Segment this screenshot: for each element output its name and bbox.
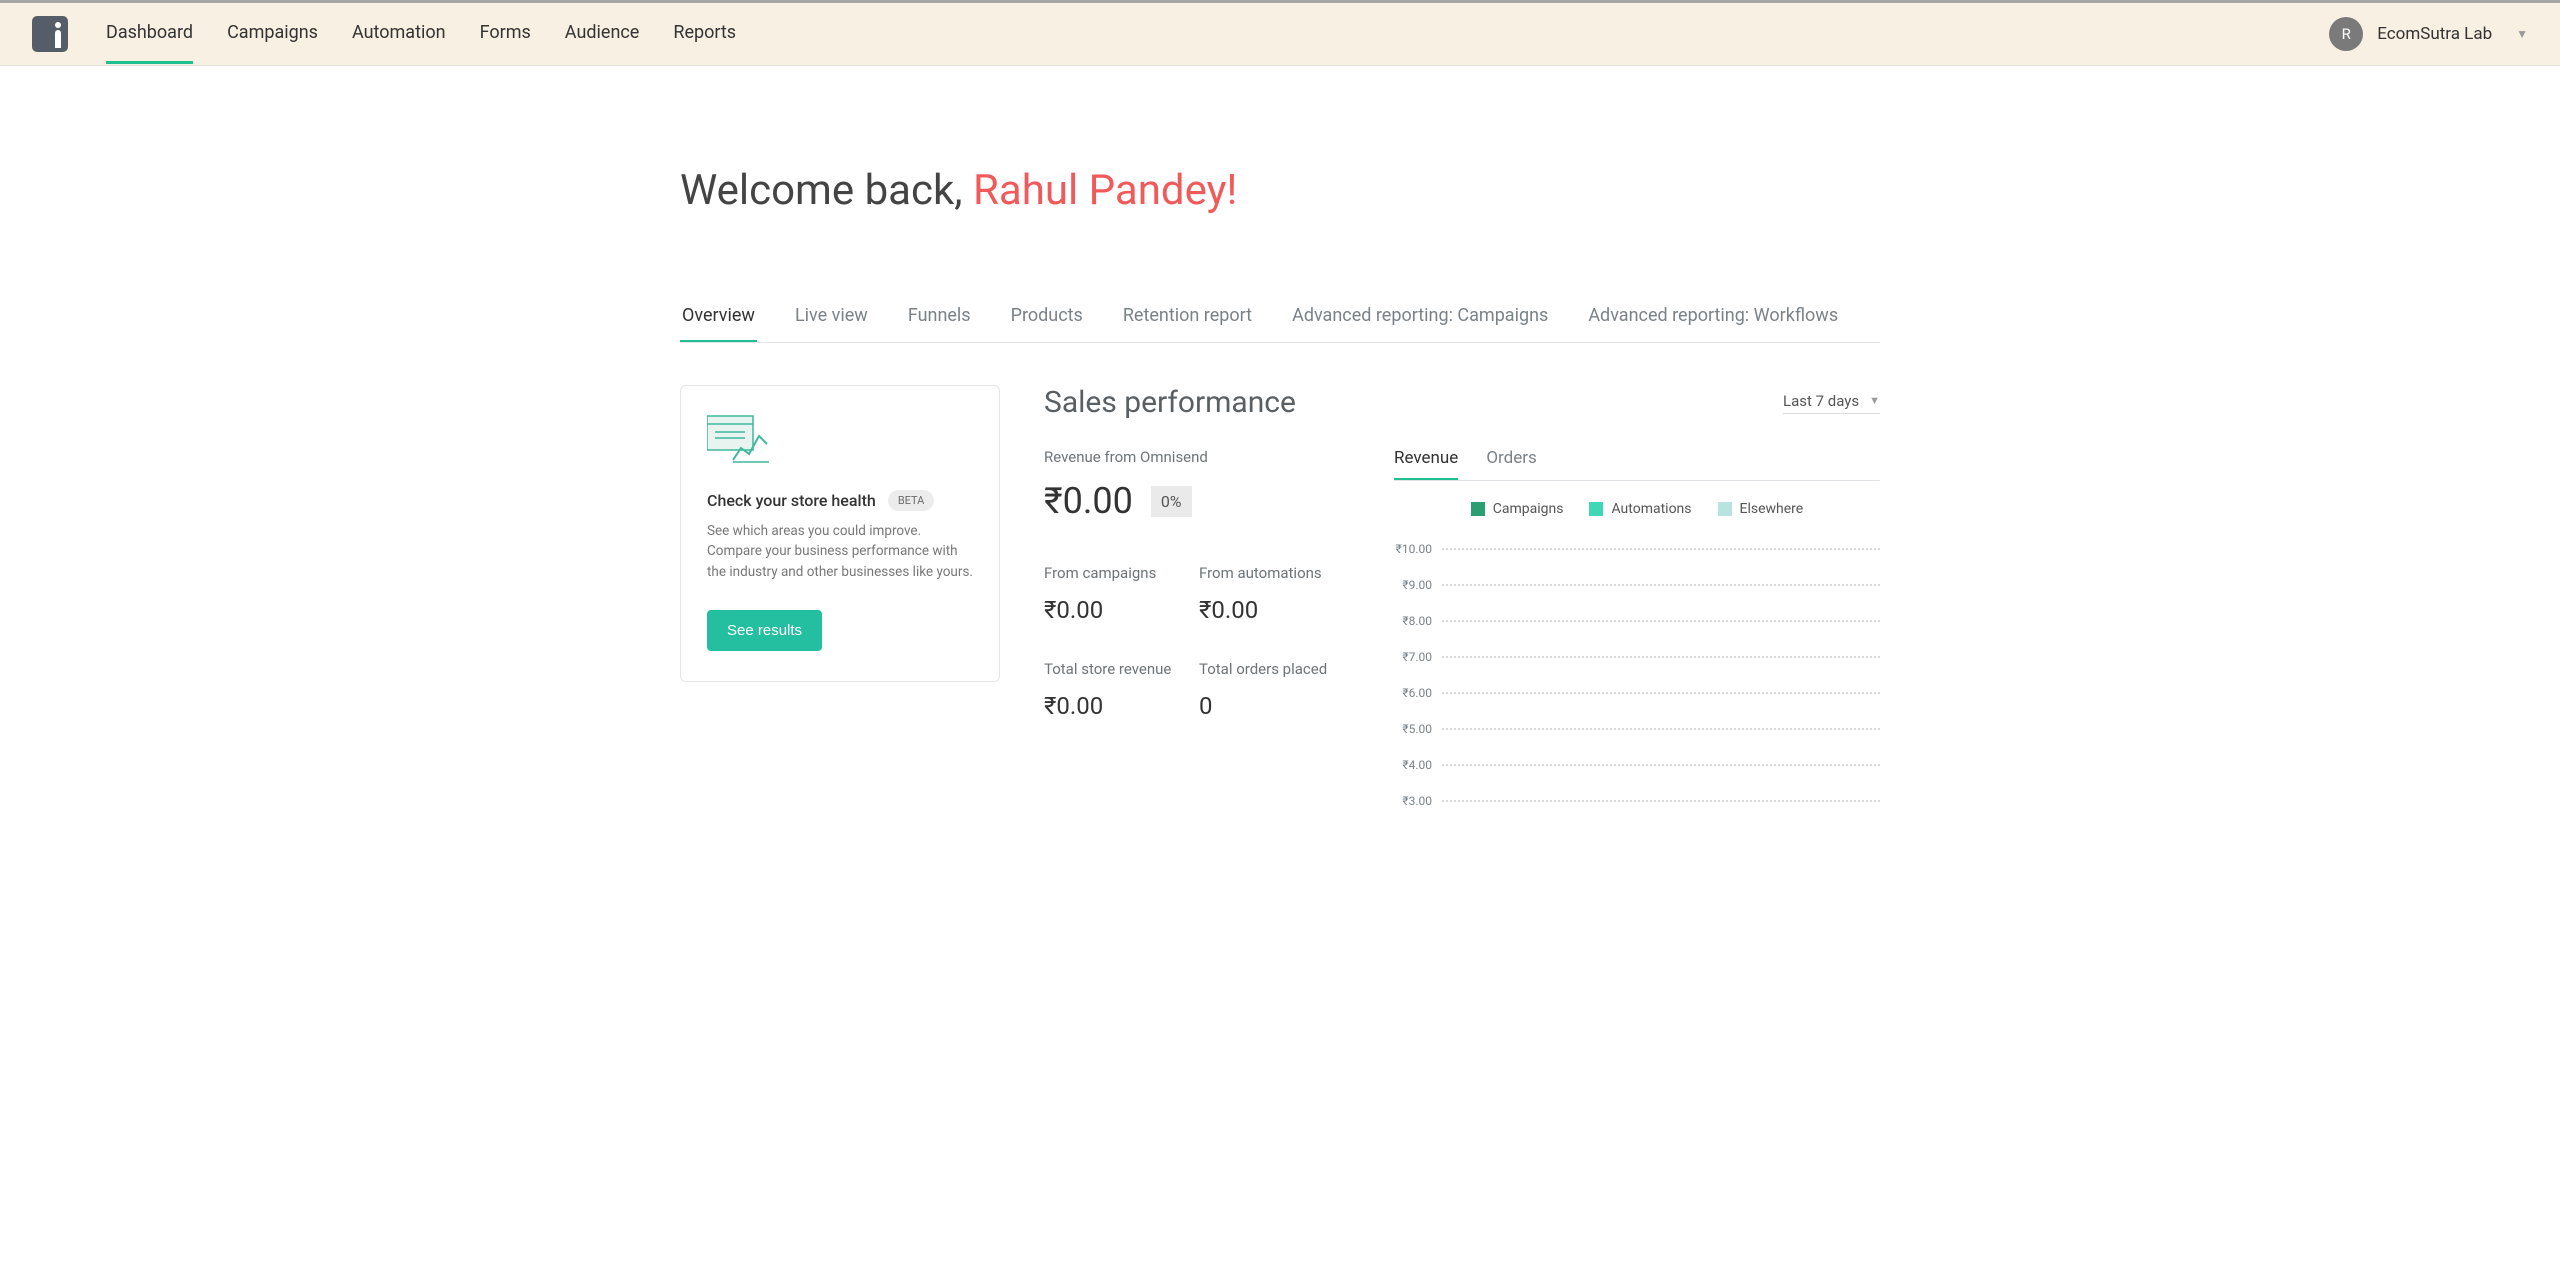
y-tick: ₹8.00 bbox=[1394, 614, 1442, 628]
metric-value: ₹0.00 bbox=[1199, 596, 1344, 624]
tab-overview[interactable]: Overview bbox=[680, 305, 757, 342]
avatar: R bbox=[2329, 17, 2363, 51]
metric-from-automations: From automations ₹0.00 bbox=[1199, 564, 1344, 624]
y-tick: ₹5.00 bbox=[1394, 722, 1442, 736]
legend-label: Campaigns bbox=[1493, 501, 1564, 517]
dropdown-arrow-icon: ▼ bbox=[1869, 394, 1880, 407]
tab-retention[interactable]: Retention report bbox=[1121, 305, 1254, 342]
date-range-label: Last 7 days bbox=[1783, 392, 1859, 410]
legend-campaigns: Campaigns bbox=[1471, 501, 1564, 517]
chevron-down-icon: ▼ bbox=[2516, 27, 2528, 41]
revenue-chart: ₹10.00 ₹9.00 ₹8.00 ₹7.00 ₹6.00 ₹5.00 ₹4.… bbox=[1394, 531, 1880, 819]
revenue-pct-badge: 0% bbox=[1151, 486, 1192, 517]
page-tabs: Overview Live view Funnels Products Rete… bbox=[680, 305, 1880, 343]
metric-value: ₹0.00 bbox=[1044, 596, 1189, 624]
sales-section: Sales performance Last 7 days ▼ Revenue … bbox=[1044, 385, 1880, 819]
nav-audience[interactable]: Audience bbox=[565, 4, 640, 64]
welcome-heading: Welcome back, Rahul Pandey! bbox=[680, 166, 1880, 215]
nav-reports[interactable]: Reports bbox=[673, 4, 736, 64]
legend-elsewhere: Elsewhere bbox=[1718, 501, 1804, 517]
metrics-column: Revenue from Omnisend ₹0.00 0% From camp… bbox=[1044, 448, 1344, 819]
tab-live-view[interactable]: Live view bbox=[793, 305, 870, 342]
legend-label: Automations bbox=[1611, 501, 1691, 517]
metric-label: Total orders placed bbox=[1199, 660, 1344, 678]
tab-adv-campaigns[interactable]: Advanced reporting: Campaigns bbox=[1290, 305, 1550, 342]
metric-from-campaigns: From campaigns ₹0.00 bbox=[1044, 564, 1189, 624]
y-tick: ₹4.00 bbox=[1394, 758, 1442, 772]
legend-swatch-icon bbox=[1718, 502, 1732, 516]
topbar: Dashboard Campaigns Automation Forms Aud… bbox=[0, 0, 2560, 66]
revenue-from-omnisend-value: ₹0.00 bbox=[1044, 480, 1133, 522]
metric-value: 0 bbox=[1199, 692, 1344, 720]
tab-funnels[interactable]: Funnels bbox=[906, 305, 973, 342]
nav-campaigns[interactable]: Campaigns bbox=[227, 4, 318, 64]
nav-dashboard[interactable]: Dashboard bbox=[106, 4, 193, 64]
primary-nav: Dashboard Campaigns Automation Forms Aud… bbox=[106, 4, 736, 64]
legend-swatch-icon bbox=[1471, 502, 1485, 516]
welcome-name: Rahul Pandey! bbox=[973, 166, 1237, 215]
chart-area: Revenue Orders Campaigns Automations bbox=[1394, 448, 1880, 819]
tab-products[interactable]: Products bbox=[1009, 305, 1085, 342]
chart-legend: Campaigns Automations Elsewhere bbox=[1394, 501, 1880, 517]
store-health-icon bbox=[707, 414, 769, 466]
account-name: EcomSutra Lab bbox=[2377, 24, 2492, 44]
sales-title: Sales performance bbox=[1044, 385, 1296, 420]
chart-tab-orders[interactable]: Orders bbox=[1486, 448, 1536, 480]
metric-value: ₹0.00 bbox=[1044, 692, 1189, 720]
chart-tabs: Revenue Orders bbox=[1394, 448, 1880, 481]
legend-swatch-icon bbox=[1589, 502, 1603, 516]
y-tick: ₹3.00 bbox=[1394, 794, 1442, 808]
store-health-card: Check your store health BETA See which a… bbox=[680, 385, 1000, 682]
y-tick: ₹10.00 bbox=[1394, 542, 1442, 556]
see-results-button[interactable]: See results bbox=[707, 610, 822, 651]
metric-total-orders: Total orders placed 0 bbox=[1199, 660, 1344, 720]
app-logo-icon[interactable] bbox=[32, 16, 68, 52]
nav-automation[interactable]: Automation bbox=[352, 4, 446, 64]
beta-badge: BETA bbox=[888, 490, 935, 511]
chart-tab-revenue[interactable]: Revenue bbox=[1394, 448, 1458, 480]
legend-automations: Automations bbox=[1589, 501, 1691, 517]
y-tick: ₹6.00 bbox=[1394, 686, 1442, 700]
tab-adv-workflows[interactable]: Advanced reporting: Workflows bbox=[1586, 305, 1840, 342]
revenue-from-omnisend-label: Revenue from Omnisend bbox=[1044, 448, 1344, 466]
account-menu[interactable]: R EcomSutra Lab ▼ bbox=[2329, 17, 2528, 51]
y-tick: ₹9.00 bbox=[1394, 578, 1442, 592]
metric-total-revenue: Total store revenue ₹0.00 bbox=[1044, 660, 1189, 720]
nav-forms[interactable]: Forms bbox=[480, 4, 531, 64]
card-title: Check your store health bbox=[707, 491, 876, 510]
welcome-prefix: Welcome back, bbox=[680, 166, 973, 215]
legend-label: Elsewhere bbox=[1740, 501, 1804, 517]
y-tick: ₹7.00 bbox=[1394, 650, 1442, 664]
metric-label: From automations bbox=[1199, 564, 1344, 582]
date-range-filter[interactable]: Last 7 days ▼ bbox=[1783, 392, 1880, 414]
metric-label: From campaigns bbox=[1044, 564, 1189, 582]
card-description: See which areas you could improve. Compa… bbox=[707, 521, 973, 582]
metric-label: Total store revenue bbox=[1044, 660, 1189, 678]
